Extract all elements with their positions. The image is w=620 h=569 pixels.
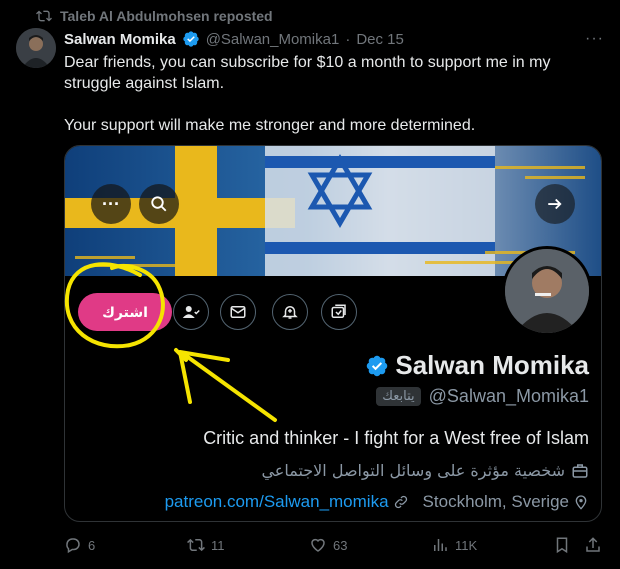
retweet-card-icon [331,304,346,318]
repost-icon [36,10,52,22]
banner-more-button[interactable]: ··· [91,184,131,224]
tweet-text: Dear friends, you can subscribe for $10 … [64,52,584,136]
profile-display-name: Salwan Momika [365,350,589,381]
profile-location-item: Stockholm, Sverige [423,492,589,512]
views-button[interactable]: 11K [431,536,477,554]
profile-location: Stockholm, Sverige [422,492,569,511]
profile-handle-row: يتابعك @Salwan_Momika1 [376,386,589,407]
repost-header[interactable]: Taleb Al Abdulmohsen reposted [36,8,273,24]
bookmark-button[interactable] [553,536,571,554]
repost-count: 11 [211,537,225,553]
like-count: 63 [333,537,348,553]
notify-button[interactable] [272,294,308,330]
verified-icon [367,355,388,376]
profile-handle: @Salwan_Momika1 [428,386,589,406]
profile-link[interactable]: patreon.com/Salwan_momika [165,492,389,512]
profile-meta-row: patreon.com/Salwan_momika Stockholm, Sve… [165,492,589,512]
more-icon: ··· [102,193,120,214]
embedded-profile-image[interactable]: ··· اشترك Salwan Momika يتابعك @Salwan_M… [64,145,602,522]
profile-bio: Critic and thinker - I fight for a West … [203,428,589,448]
banner-next-button[interactable] [535,184,575,224]
repost-text: Taleb Al Abdulmohsen reposted [60,8,273,24]
tweet-header: Salwan Momika @Salwan_Momika1 · Dec 15 [64,30,404,48]
reply-button[interactable]: 6 [64,536,95,554]
subscribe-button[interactable]: اشترك [78,293,172,331]
location-icon [575,495,587,510]
share-button[interactable] [584,536,602,554]
author-name[interactable]: Salwan Momika [64,31,176,48]
profile-name-text: Salwan Momika [395,350,589,380]
message-button[interactable] [220,294,256,330]
search-icon [151,196,167,212]
subscription-button[interactable] [321,294,357,330]
banner-search-button[interactable] [139,184,179,224]
tweet-text-paragraph-2: Your support will make me stronger and m… [64,117,476,134]
author-handle[interactable]: @Salwan_Momika1 [206,31,340,48]
more-options-icon[interactable]: ··· [585,30,604,48]
arrow-right-icon [548,198,562,210]
briefcase-icon [572,463,588,478]
link-icon [394,495,407,509]
heart-icon [311,538,325,552]
follow-icon [182,306,200,318]
author-avatar[interactable] [16,28,56,68]
view-count: 11K [455,537,478,553]
reply-icon [66,538,80,554]
reply-count: 6 [88,537,96,553]
bookmark-icon [556,537,568,554]
profile-link-item[interactable]: patreon.com/Salwan_momika [165,492,409,512]
tweet-text-paragraph-1: Dear friends, you can subscribe for $10 … [64,54,551,92]
profile-category: شخصية مؤثرة على وسائل التواصل الاجتماعي [261,461,589,480]
notification-icon [282,306,298,319]
repost-button[interactable]: 11 [187,536,225,554]
verified-icon [183,31,199,47]
separator-dot: · [345,30,351,48]
follows-you-badge: يتابعك [376,387,421,406]
profile-category-text: شخصية مؤثرة على وسائل التواصل الاجتماعي [261,461,565,480]
analytics-icon [434,539,447,551]
tweet-date[interactable]: Dec 15 [356,31,404,48]
follow-button[interactable] [173,294,209,330]
profile-picture[interactable] [502,246,592,336]
share-icon [586,537,600,552]
repost-icon [187,538,205,552]
like-button[interactable]: 63 [309,536,347,554]
mail-icon [230,306,246,318]
